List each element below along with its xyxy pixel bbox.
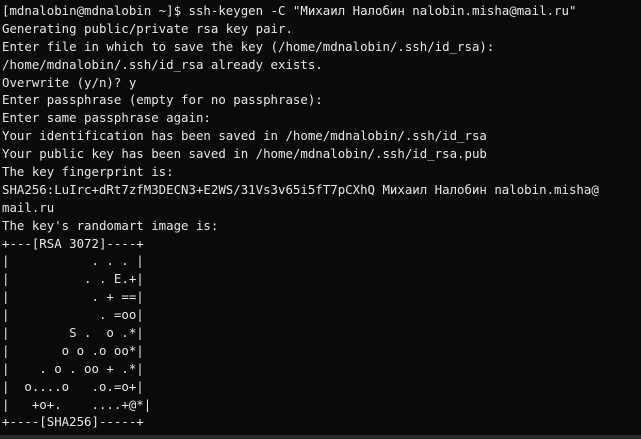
terminal-line: Enter passphrase (empty for no passphras…: [2, 92, 323, 108]
terminal-window[interactable]: [mdnalobin@mdnalobin ~]$ ssh-keygen -C "…: [0, 0, 641, 439]
terminal-line: mail.ru: [2, 199, 55, 215]
terminal-line: The key's randomart image is:: [2, 217, 219, 233]
randomart-line: +----[SHA256]-----+: [2, 414, 144, 430]
randomart-line: | o....o .o.=o+|: [2, 378, 144, 394]
terminal-line: Enter file in which to save the key (/ho…: [2, 38, 495, 54]
terminal-line: Your public key has been saved in /home/…: [2, 146, 487, 162]
terminal-line: Your identification has been saved in /h…: [2, 128, 487, 144]
terminal-line: The key fingerprint is:: [2, 164, 174, 180]
terminal-line: Enter same passphrase again:: [2, 110, 211, 126]
terminal-bottom-edge: [0, 435, 641, 439]
randomart-line: | S . o .*|: [2, 325, 144, 341]
terminal-line: Overwrite (y/n)? y: [2, 74, 137, 90]
randomart-line: | . + ==|: [2, 289, 144, 305]
terminal-line: /home/mdnalobin/.ssh/id_rsa already exis…: [2, 56, 323, 72]
randomart-line: +---[RSA 3072]----+: [2, 235, 144, 251]
randomart-line: | . o . oo + .*|: [2, 360, 144, 376]
randomart-line: | . =oo|: [2, 307, 144, 323]
randomart-line: | o o .o oo*|: [2, 342, 144, 358]
randomart-line: | +o+. ....+@*|: [2, 396, 152, 412]
terminal-line-fingerprint: SHA256:LuIrc+dRt7zfM3DECN3+E2WS/31Vs3v65…: [2, 181, 599, 197]
terminal-line: Generating public/private rsa key pair.: [2, 20, 293, 36]
terminal-line-prompt: [mdnalobin@mdnalobin ~]$ ssh-keygen -C "…: [2, 3, 577, 18]
randomart-line: | . . E.+|: [2, 271, 144, 287]
randomart-line: | . . . |: [2, 253, 144, 269]
